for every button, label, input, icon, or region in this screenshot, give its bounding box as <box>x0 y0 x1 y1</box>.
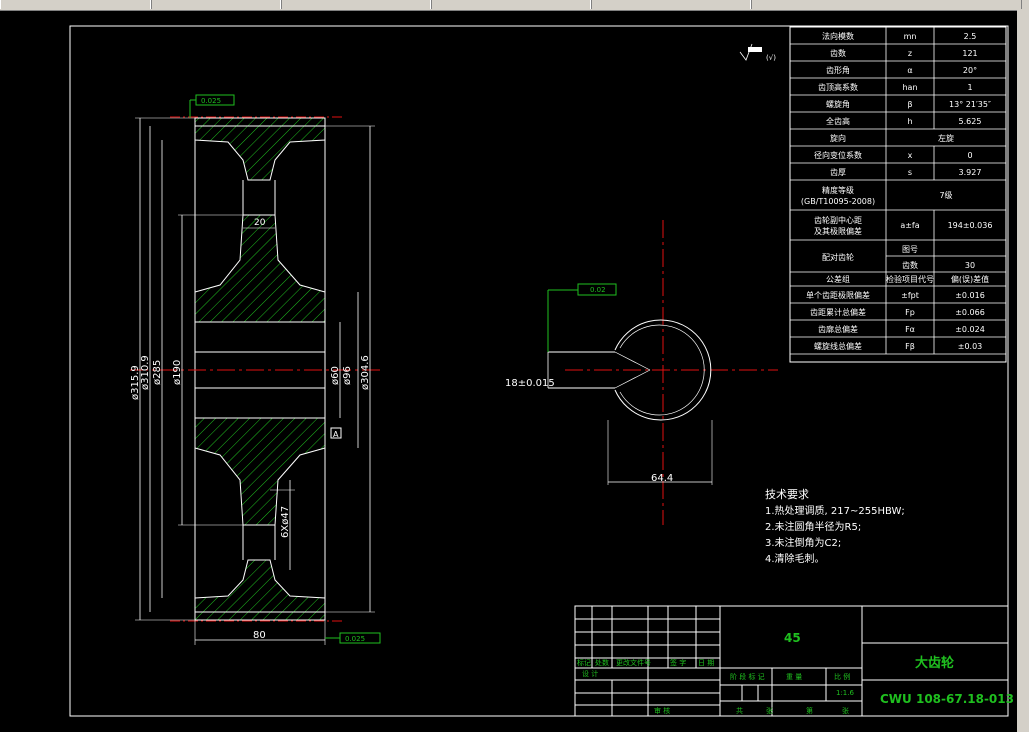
tb-r1-3: 签 字 <box>670 658 686 667</box>
param-name: 旋向 <box>830 133 846 143</box>
cad-drawing-canvas[interactable]: ø315.9 ø310.9 ø285 ø190 ø60 ø96 ø304.6 2… <box>0 10 1017 732</box>
dim-d2: ø310.9 <box>140 355 151 390</box>
tb-r3-1: 重 量 <box>786 673 802 681</box>
roughness-symbol <box>739 43 762 61</box>
tol-symbol: Fp <box>905 308 915 317</box>
tb-design: 设 计 <box>582 669 598 678</box>
param-symbol: z <box>908 49 912 58</box>
param-symbol: β <box>907 100 912 109</box>
tol-symbol: Fβ <box>905 342 915 351</box>
dim-width: 80 <box>253 630 266 641</box>
center-name: 齿轮副中心距 <box>814 215 862 225</box>
tech-req-1: 1.热处理调质, 217~255HBW; <box>765 504 905 517</box>
mating-teeth-key: 齿数 <box>902 260 918 270</box>
mating-name: 配对齿轮 <box>822 252 854 262</box>
param-value: 2.5 <box>964 32 977 41</box>
param-value: 13° 21′35″ <box>949 100 991 109</box>
tol-value: ±0.016 <box>955 291 985 300</box>
param-symbol: s <box>908 168 912 177</box>
param-symbol: h <box>907 117 912 126</box>
param-name: 齿形角 <box>826 65 850 75</box>
dim-holes: 6Xø47 <box>280 506 291 538</box>
param-value: 1 <box>967 83 972 92</box>
tb-r4-3: 张 <box>842 706 849 715</box>
tol-name: 齿廓总偏差 <box>818 324 858 334</box>
tol-name: 单个齿距极限偏差 <box>806 290 870 300</box>
tb-r4-1: 张 <box>766 706 773 715</box>
tb-r1-2: 更改文件号 <box>616 658 651 667</box>
tol-symbol: Fα <box>905 325 915 334</box>
tb-code: CWU 108-67.18-013 <box>880 692 1014 706</box>
tol-value: ±0.066 <box>955 308 985 317</box>
roughness-other: (√) <box>766 54 776 62</box>
tb-scale: 1:1.6 <box>836 689 854 697</box>
tb-r4-2: 第 <box>806 706 813 715</box>
tb-r1-0: 标记 <box>577 658 591 667</box>
accuracy-value: 7级 <box>939 190 952 200</box>
accuracy-name: 精度等级 <box>822 185 854 195</box>
center-name-2: 及其极限偏差 <box>814 226 862 236</box>
param-value: 左旋 <box>938 133 954 143</box>
mating-teeth-value: 30 <box>965 261 975 270</box>
param-name: 法向模数 <box>822 31 854 41</box>
tech-req-title: 技术要求 <box>765 488 809 501</box>
param-name: 螺旋角 <box>826 99 850 109</box>
tech-req-4: 4.清除毛刺。 <box>765 552 825 565</box>
param-symbol: han <box>902 83 917 92</box>
tol-header-name: 公差组 <box>826 274 850 284</box>
param-value: 5.625 <box>959 117 982 126</box>
param-value: 20° <box>963 66 977 75</box>
tol-name: 螺旋线总偏差 <box>814 341 862 351</box>
param-symbol: mn <box>904 32 917 41</box>
param-name: 齿顶高系数 <box>818 82 858 92</box>
param-value: 0 <box>967 151 972 160</box>
tol-header-symbol: 检验项目代号 <box>886 274 934 284</box>
tol-value: ±0.03 <box>958 342 983 351</box>
param-name: 齿厚 <box>830 168 846 177</box>
accuracy-standard: (GB/T10095-2008) <box>801 197 875 206</box>
dim-d6: ø96 <box>342 366 353 385</box>
tb-r3-0: 阶 段 标 记 <box>730 672 765 681</box>
dim-keydepth: 64.4 <box>651 473 673 484</box>
param-value: 121 <box>962 49 977 58</box>
center-symbol: a±fa <box>900 221 919 230</box>
datum-label: A <box>333 430 339 439</box>
param-symbol: α <box>907 66 912 75</box>
tolerance-frame-key: 0.02 <box>590 286 606 294</box>
center-value: 194±0.036 <box>948 221 993 230</box>
dim-d7: ø304.6 <box>360 355 371 390</box>
tb-approve: 审 核 <box>654 706 670 715</box>
tb-material: 45 <box>784 631 801 645</box>
dim-keyway: 18±0.015 <box>505 378 555 389</box>
tolerance-frame-top: 0.025 <box>201 97 221 105</box>
tb-r4-0: 共 <box>736 706 743 715</box>
scrollbar[interactable] <box>1017 10 1029 732</box>
param-value: 3.927 <box>959 168 982 177</box>
dim-d5: ø60 <box>330 366 341 385</box>
tech-req-2: 2.未注圆角半径为R5; <box>765 520 861 533</box>
tol-name: 齿距累计总偏差 <box>810 307 866 317</box>
tech-req-3: 3.未注倒角为C2; <box>765 536 841 549</box>
dim-web: 20 <box>254 218 266 228</box>
tb-title: 大齿轮 <box>915 655 954 671</box>
tb-r3-2: 比 例 <box>834 672 850 681</box>
param-symbol: x <box>908 151 913 160</box>
tolerance-frame-bottom: 0.025 <box>345 635 365 643</box>
tol-symbol: ±fpt <box>901 291 919 300</box>
tol-value: ±0.024 <box>955 325 985 334</box>
param-name: 齿数 <box>830 48 846 58</box>
tb-r1-4: 日 期 <box>698 659 714 667</box>
mating-drawing-key: 图号 <box>902 245 918 254</box>
dim-d4: ø190 <box>172 360 183 385</box>
param-name: 径向变位系数 <box>814 150 862 160</box>
tol-header-value: 偏(误)差值 <box>951 274 989 284</box>
param-name: 全齿高 <box>826 116 850 126</box>
dim-d3: ø285 <box>152 360 163 385</box>
tb-r1-1: 处数 <box>595 658 609 667</box>
